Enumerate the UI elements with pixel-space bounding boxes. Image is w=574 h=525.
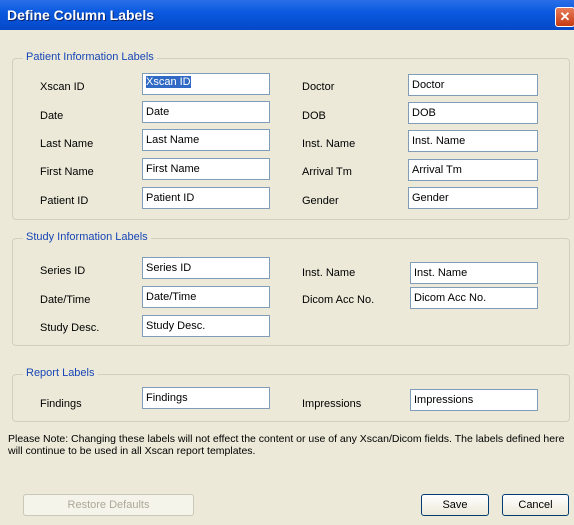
study-desc-field[interactable] bbox=[142, 315, 270, 337]
first-name-field[interactable] bbox=[142, 158, 270, 180]
findings-label: Findings bbox=[40, 398, 82, 410]
arrival-tm-label: Arrival Tm bbox=[302, 166, 352, 178]
dicom-acc-no-field[interactable] bbox=[410, 287, 538, 309]
last-name-field[interactable] bbox=[142, 129, 270, 151]
date-time-label: Date/Time bbox=[40, 294, 91, 306]
study-info-legend: Study Information Labels bbox=[23, 231, 151, 243]
impressions-field[interactable] bbox=[410, 389, 538, 411]
series-id-label: Series ID bbox=[40, 265, 86, 277]
first-name-label: First Name bbox=[40, 166, 94, 178]
report-labels-legend: Report Labels bbox=[23, 367, 98, 379]
xscan-id-field[interactable]: Xscan ID bbox=[142, 73, 270, 95]
date-label: Date bbox=[40, 110, 64, 122]
date-field[interactable] bbox=[142, 101, 270, 123]
gender-label: Gender bbox=[302, 195, 339, 207]
patient-info-legend: Patient Information Labels bbox=[23, 51, 157, 63]
inst-name-label: Inst. Name bbox=[302, 138, 356, 150]
xscan-id-value: Xscan ID bbox=[146, 76, 191, 88]
series-id-field[interactable] bbox=[142, 257, 270, 279]
dob-field[interactable] bbox=[408, 102, 538, 124]
xscan-id-label: Xscan ID bbox=[40, 81, 85, 93]
patient-id-label: Patient ID bbox=[40, 195, 89, 207]
study-inst-name-label: Inst. Name bbox=[302, 267, 356, 279]
findings-field[interactable] bbox=[142, 387, 270, 409]
note-text: Please Note: Changing these labels will … bbox=[8, 433, 565, 457]
impressions-label: Impressions bbox=[302, 398, 362, 410]
patient-id-field[interactable] bbox=[142, 187, 270, 209]
last-name-label: Last Name bbox=[40, 138, 94, 150]
save-button[interactable]: Save bbox=[421, 494, 489, 516]
window-title: Define Column Labels bbox=[7, 7, 155, 23]
study-inst-name-field[interactable] bbox=[410, 262, 538, 284]
doctor-label: Doctor bbox=[302, 81, 335, 93]
close-icon[interactable]: ✕ bbox=[555, 7, 574, 27]
dob-label: DOB bbox=[302, 110, 326, 122]
cancel-button[interactable]: Cancel bbox=[502, 494, 569, 516]
dicom-acc-no-label: Dicom Acc No. bbox=[302, 294, 375, 306]
inst-name-field[interactable] bbox=[408, 130, 538, 152]
arrival-tm-field[interactable] bbox=[408, 159, 538, 181]
title-bar: Define Column Labels ✕ bbox=[0, 0, 574, 30]
study-desc-label: Study Desc. bbox=[40, 322, 100, 334]
gender-field[interactable] bbox=[408, 187, 538, 209]
restore-defaults-button[interactable]: Restore Defaults bbox=[23, 494, 194, 516]
date-time-field[interactable] bbox=[142, 286, 270, 308]
doctor-field[interactable] bbox=[408, 74, 538, 96]
